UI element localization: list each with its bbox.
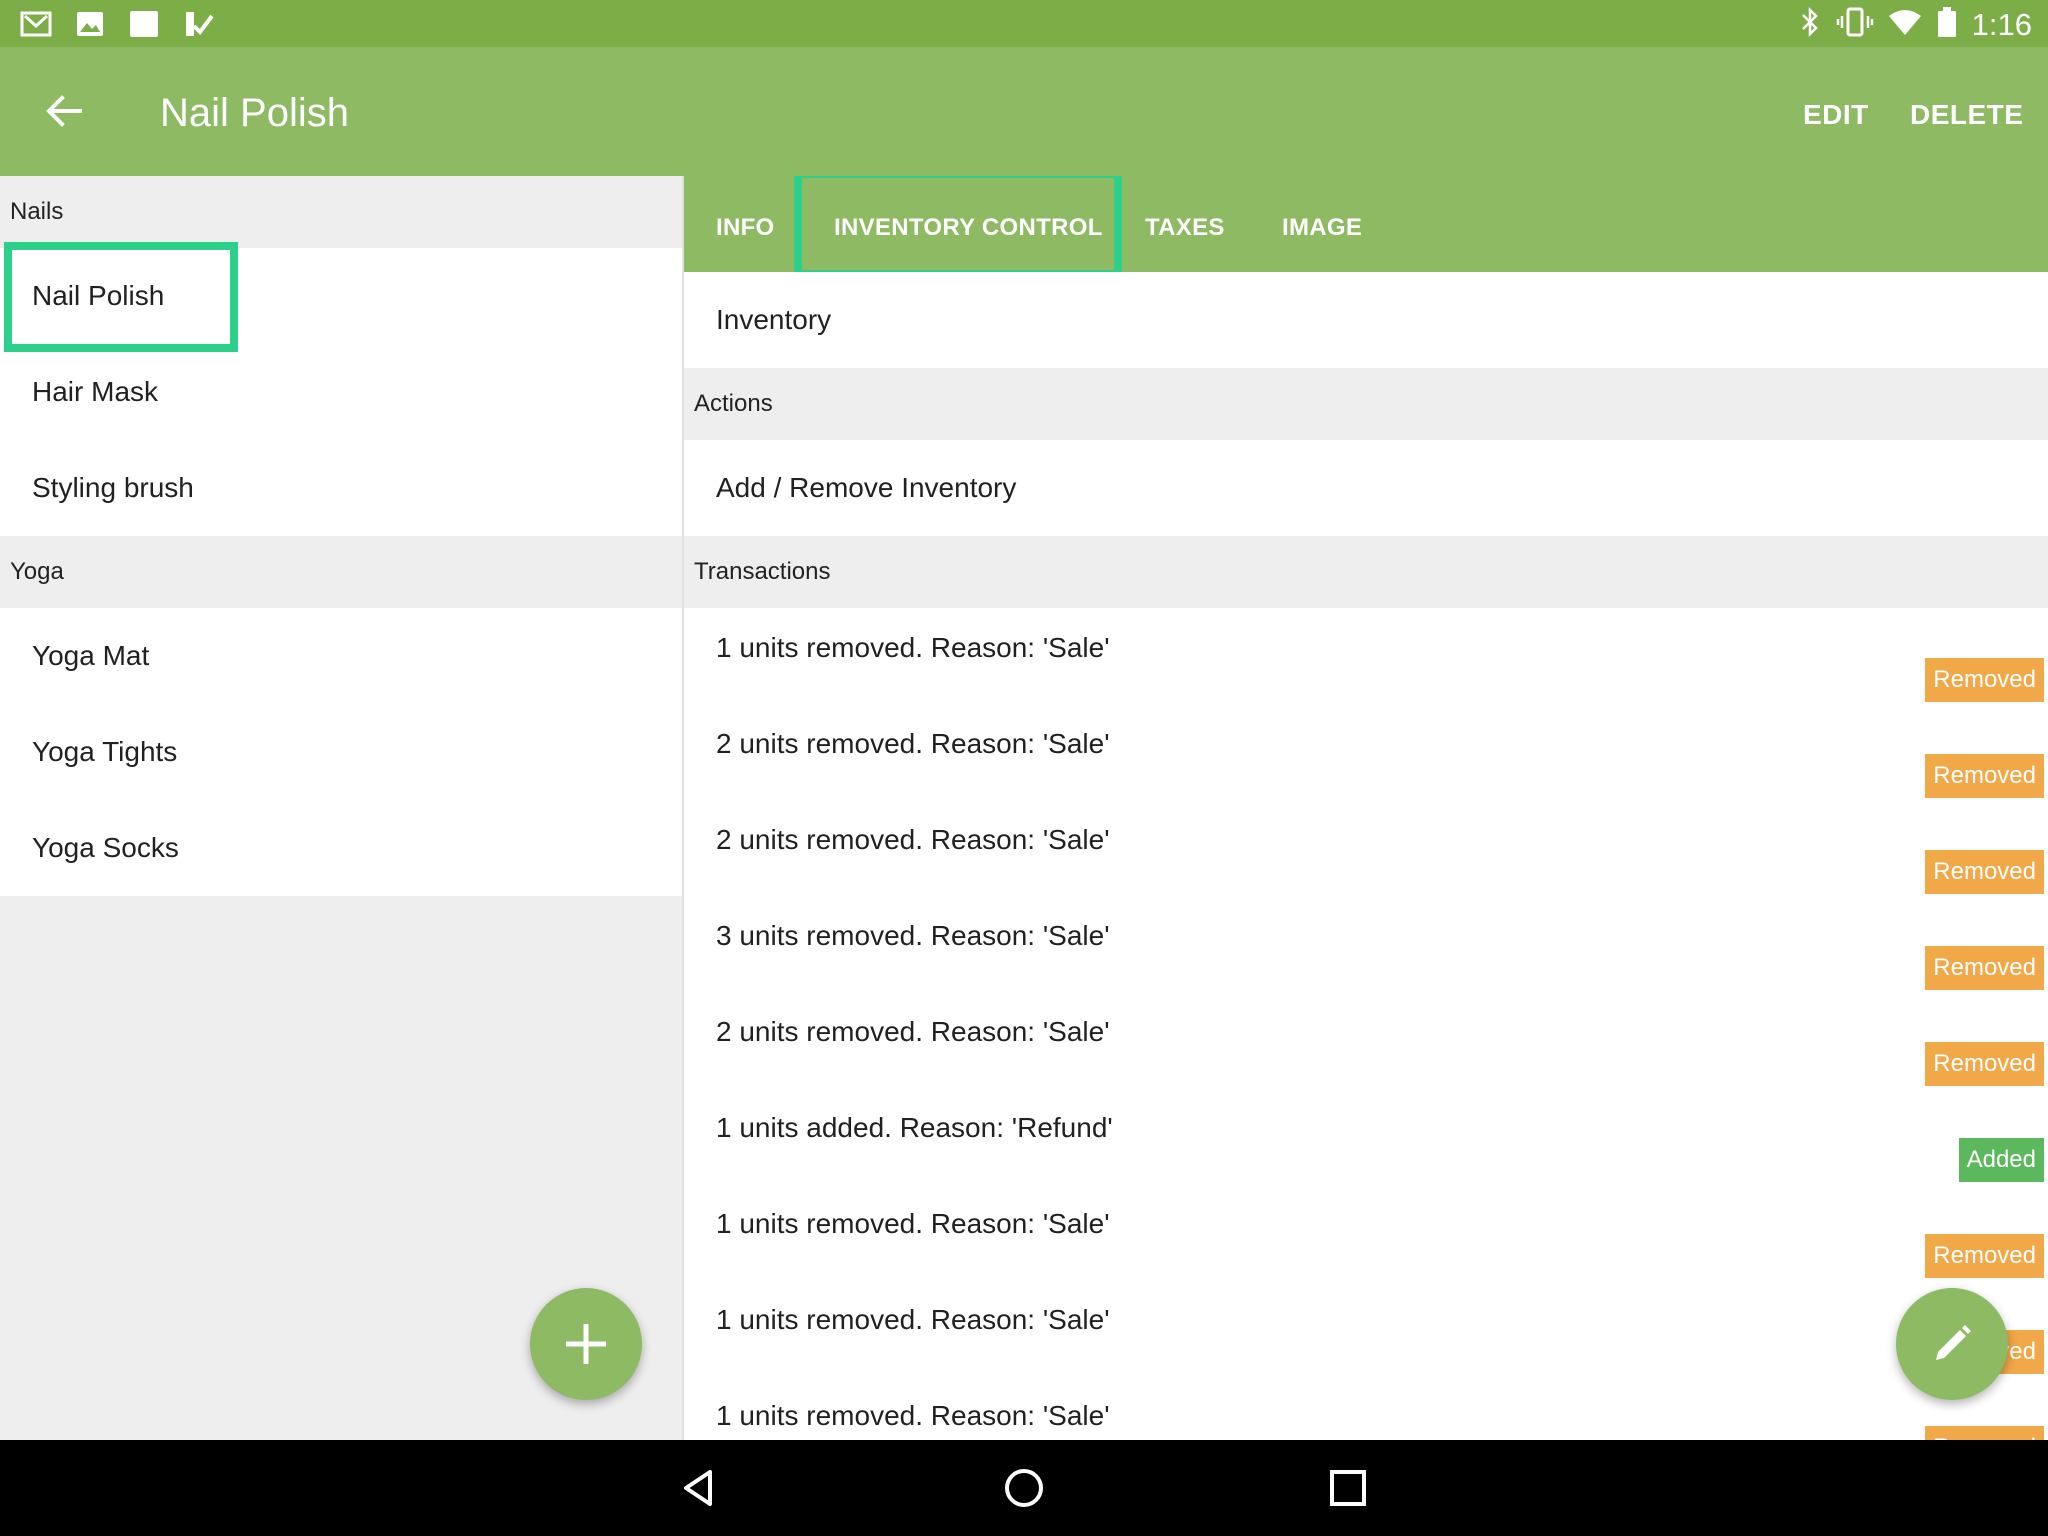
- transaction-text: 1 units removed. Reason: 'Sale': [716, 1304, 1110, 1335]
- transaction-row[interactable]: 1 units added. Reason: 'Refund' Added: [684, 1088, 2048, 1184]
- delete-button[interactable]: DELETE: [1910, 99, 2023, 131]
- app-bar: Nail Polish EDIT DELETE: [0, 47, 2048, 176]
- transaction-text: 2 units removed. Reason: 'Sale': [716, 728, 1110, 759]
- checkmark-app-icon: [182, 8, 214, 40]
- back-nav-icon[interactable]: [676, 1464, 724, 1512]
- plus-icon: [566, 1324, 606, 1364]
- home-nav-icon[interactable]: [1000, 1464, 1048, 1512]
- transaction-row[interactable]: 3 units removed. Reason: 'Sale' Removed: [684, 896, 2048, 992]
- section-header-yoga: Yoga: [0, 536, 682, 608]
- list-item-hair-mask[interactable]: Hair Mask: [0, 344, 682, 440]
- transaction-row[interactable]: 1 units removed. Reason: 'Sale' Removed: [684, 1376, 2048, 1440]
- list-item-yoga-tights[interactable]: Yoga Tights: [0, 704, 682, 800]
- transaction-text: 1 units added. Reason: 'Refund': [716, 1112, 1113, 1143]
- status-time: 1:16: [1971, 6, 2032, 42]
- list-item-styling-brush[interactable]: Styling brush: [0, 440, 682, 536]
- active-tab-highlight: [794, 176, 1122, 278]
- transaction-text: 3 units removed. Reason: 'Sale': [716, 920, 1110, 951]
- transaction-text: 2 units removed. Reason: 'Sale': [716, 824, 1110, 855]
- section-header-nails: Nails: [0, 176, 682, 248]
- product-list-pane: Nails Nail Polish Hair Mask Styling brus…: [0, 176, 682, 1440]
- transaction-row[interactable]: 2 units removed. Reason: 'Sale' Removed: [684, 800, 2048, 896]
- status-badge: Removed: [1925, 850, 2044, 894]
- status-badge: Added: [1958, 1138, 2044, 1182]
- battery-icon: [1936, 6, 1958, 43]
- pencil-icon: [1936, 1325, 1971, 1360]
- wifi-icon: [1888, 6, 1922, 43]
- status-badge: Removed: [1925, 1234, 2044, 1278]
- transaction-row[interactable]: 1 units removed. Reason: 'Sale' Removed: [684, 608, 2048, 704]
- tab-taxes[interactable]: TAXES: [1145, 214, 1225, 242]
- edit-fab-button[interactable]: [1896, 1288, 2008, 1400]
- detail-pane: INFO INVENTORY CONTROL TAXES IMAGE Inven…: [684, 176, 2048, 1440]
- list-item-yoga-socks[interactable]: Yoga Socks: [0, 800, 682, 896]
- blank-app-icon: [128, 8, 160, 40]
- status-badge: Removed: [1925, 946, 2044, 990]
- transaction-row[interactable]: 2 units removed. Reason: 'Sale' Removed: [684, 704, 2048, 800]
- status-bar: 1:16: [0, 0, 2048, 47]
- yoga-list: Yoga Mat Yoga Tights Yoga Socks: [0, 608, 682, 896]
- actions-header: Actions: [684, 368, 2048, 440]
- add-remove-inventory-button[interactable]: Add / Remove Inventory: [684, 440, 2048, 536]
- edit-button[interactable]: EDIT: [1803, 99, 1869, 131]
- recents-nav-icon[interactable]: [1324, 1464, 1372, 1512]
- transactions-header: Transactions: [684, 536, 2048, 608]
- transaction-row[interactable]: 1 units removed. Reason: 'Sale' Removed: [684, 1184, 2048, 1280]
- status-badge: Removed: [1925, 1426, 2044, 1440]
- tab-bar: INFO INVENTORY CONTROL TAXES IMAGE: [684, 176, 2048, 278]
- selected-item-highlight: [4, 242, 238, 352]
- transaction-text: 1 units removed. Reason: 'Sale': [716, 1400, 1110, 1431]
- transaction-text: 1 units removed. Reason: 'Sale': [716, 1208, 1110, 1239]
- bluetooth-icon: [1798, 6, 1822, 43]
- status-badge: Removed: [1925, 754, 2044, 798]
- status-badge: Removed: [1925, 658, 2044, 702]
- tab-info[interactable]: INFO: [716, 214, 775, 242]
- transaction-row[interactable]: 1 units removed. Reason: 'Sale'Removed: [684, 1280, 2048, 1376]
- status-badge: Removed: [1925, 1042, 2044, 1086]
- photos-icon: [74, 8, 106, 40]
- page-title: Nail Polish: [160, 91, 349, 135]
- add-item-button[interactable]: [530, 1288, 642, 1400]
- vibrate-icon: [1836, 6, 1874, 43]
- transaction-text: 2 units removed. Reason: 'Sale': [716, 1016, 1110, 1047]
- transaction-text: 1 units removed. Reason: 'Sale': [716, 632, 1110, 663]
- back-arrow-icon[interactable]: [40, 87, 104, 135]
- navigation-bar: [0, 1440, 2048, 1536]
- inventory-row[interactable]: Inventory: [684, 272, 2048, 368]
- gmail-icon: [20, 8, 52, 40]
- transaction-row[interactable]: 2 units removed. Reason: 'Sale' Removed: [684, 992, 2048, 1088]
- list-item-yoga-mat[interactable]: Yoga Mat: [0, 608, 682, 704]
- tab-image[interactable]: IMAGE: [1282, 214, 1362, 242]
